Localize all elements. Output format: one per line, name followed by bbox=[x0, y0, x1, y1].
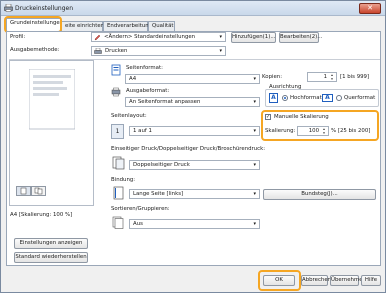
single-page-view-button[interactable] bbox=[16, 186, 31, 196]
stepper-arrows[interactable]: ▴ ▾ bbox=[329, 73, 335, 81]
window-title: Druckeinstellungen bbox=[15, 5, 74, 12]
output-method-label: Ausgabemethode: bbox=[10, 47, 60, 53]
binding-value: Lange Seite [links] bbox=[133, 191, 184, 197]
chevron-down-icon: ▾ bbox=[253, 99, 256, 105]
landscape-label: Querformat bbox=[344, 95, 376, 101]
tab-finishing[interactable]: Endverarbeitung bbox=[103, 21, 152, 31]
page-layout-value: 1 auf 1 bbox=[133, 128, 152, 134]
tab-quality[interactable]: Qualität bbox=[148, 21, 175, 31]
preview-caption: A4 [Skalierung: 100 %] bbox=[10, 212, 73, 218]
close-icon: ✕ bbox=[367, 4, 373, 12]
portrait-radio[interactable] bbox=[282, 95, 288, 101]
manual-scaling-label: Manuelle Skalierung bbox=[274, 114, 329, 120]
chevron-down-icon: ▾ bbox=[331, 77, 333, 81]
binding-select[interactable]: Lange Seite [links] ▾ bbox=[129, 189, 260, 199]
tab-page-setup[interactable]: eite einrichten bbox=[61, 21, 105, 31]
tab-basic-settings[interactable]: Grundeinstellungen bbox=[6, 18, 64, 31]
portrait-label: Hochformat bbox=[290, 95, 322, 101]
page-layout-icon: 1 bbox=[111, 124, 124, 139]
chevron-down-icon: ▾ bbox=[323, 131, 325, 135]
profile-label: Profil: bbox=[10, 34, 26, 40]
output-method-value: Drucken bbox=[105, 48, 128, 54]
binding-icon bbox=[113, 186, 124, 200]
landscape-icon: A bbox=[322, 94, 333, 102]
page-preview-image bbox=[29, 69, 75, 130]
stepper-arrows[interactable]: ▴ ▾ bbox=[321, 127, 327, 135]
page-icon bbox=[20, 187, 27, 195]
printer-icon bbox=[4, 4, 13, 12]
duplex-label: Einseitiger Druck/Doppelseitiger Druck/B… bbox=[111, 146, 266, 152]
landscape-radio[interactable] bbox=[336, 95, 342, 101]
gutter-button[interactable]: Bundsteg(J)... bbox=[263, 189, 376, 200]
chevron-down-icon: ▾ bbox=[253, 221, 256, 227]
collate-label: Sortieren/Gruppieren: bbox=[111, 206, 170, 212]
output-format-value: An Seitenformat anpassen bbox=[129, 99, 201, 105]
settings-view-button[interactable] bbox=[31, 186, 46, 196]
tab-label: Qualität bbox=[152, 23, 174, 29]
manual-scaling-checkbox[interactable]: ✓ bbox=[265, 114, 271, 120]
page-format-icon bbox=[111, 64, 121, 76]
collate-value: Aus bbox=[133, 221, 143, 227]
collate-select[interactable]: Aus ▾ bbox=[129, 219, 260, 229]
cancel-button[interactable]: Abbrechen bbox=[301, 275, 331, 286]
print-settings-window: Druckeinstellungen ✕ Grundeinstellungen … bbox=[0, 0, 386, 293]
close-button[interactable]: ✕ bbox=[359, 3, 381, 14]
chevron-down-icon: ▾ bbox=[253, 191, 256, 197]
duplex-icon bbox=[112, 156, 125, 170]
page-format-select[interactable]: A4 ▾ bbox=[125, 74, 260, 84]
scaling-stepper[interactable]: 100 ▴ ▾ bbox=[297, 126, 329, 136]
printer-icon bbox=[94, 48, 102, 54]
pencil-icon bbox=[94, 34, 101, 41]
add-profile-button[interactable]: Hinzufügen(1)... bbox=[231, 32, 276, 43]
tab-label: eite einrichten bbox=[65, 23, 105, 29]
chevron-down-icon: ▾ bbox=[219, 34, 222, 40]
restore-defaults-button[interactable]: Standard wiederherstellen bbox=[14, 252, 88, 263]
chevron-down-icon: ▾ bbox=[253, 162, 256, 168]
edit-profile-button[interactable]: Bearbeiten(2)... bbox=[279, 32, 322, 43]
output-format-icon bbox=[111, 87, 121, 97]
tab-label: Grundeinstellungen bbox=[10, 20, 64, 26]
output-method-select[interactable]: Drucken ▾ bbox=[91, 46, 226, 56]
profile-select[interactable]: <Ändern> Standardeinstellungen ▾ bbox=[91, 32, 226, 42]
profile-value: <Ändern> Standardeinstellungen bbox=[104, 34, 196, 40]
ok-button[interactable]: OK bbox=[263, 275, 295, 286]
collate-icon bbox=[112, 216, 124, 229]
chevron-down-icon: ▾ bbox=[253, 76, 256, 82]
binding-label: Bindung: bbox=[111, 177, 136, 183]
scaling-value: 100 bbox=[308, 128, 319, 134]
tab-label: Endverarbeitung bbox=[107, 23, 153, 29]
chevron-down-icon: ▾ bbox=[219, 48, 222, 54]
chevron-down-icon: ▾ bbox=[253, 128, 256, 134]
page-preview bbox=[9, 60, 94, 206]
copies-range: [1 bis 999] bbox=[340, 74, 370, 80]
help-button[interactable]: Hilfe bbox=[361, 275, 381, 286]
settings-panel: Profil: <Ändern> Standardeinstellungen ▾… bbox=[6, 31, 381, 266]
pages-icon bbox=[34, 187, 43, 195]
page-layout-label: Seitenlayout: bbox=[111, 113, 147, 119]
show-settings-button[interactable]: Einstellungen anzeigen bbox=[14, 238, 88, 249]
output-format-select[interactable]: An Seitenformat anpassen ▾ bbox=[125, 97, 260, 107]
duplex-select[interactable]: Doppelseitiger Druck ▾ bbox=[129, 160, 260, 170]
copies-stepper[interactable]: 1 ▴ ▾ bbox=[307, 72, 337, 82]
copies-value: 1 bbox=[323, 74, 327, 80]
duplex-value: Doppelseitiger Druck bbox=[133, 162, 190, 168]
copies-label: Kopien: bbox=[262, 74, 283, 80]
page-format-label: Seitenformat: bbox=[126, 65, 163, 71]
output-format-label: Ausgabeformat: bbox=[126, 88, 170, 94]
portrait-icon: A bbox=[269, 93, 278, 103]
scaling-range: % [25 bis 200] bbox=[331, 128, 371, 134]
page-layout-select[interactable]: 1 auf 1 ▾ bbox=[129, 126, 260, 136]
apply-button[interactable]: Übernehmen bbox=[330, 275, 366, 286]
page-format-value: A4 bbox=[129, 76, 137, 82]
scaling-label: Skalierung: bbox=[265, 128, 296, 134]
title-bar: Druckeinstellungen ✕ bbox=[1, 1, 385, 16]
